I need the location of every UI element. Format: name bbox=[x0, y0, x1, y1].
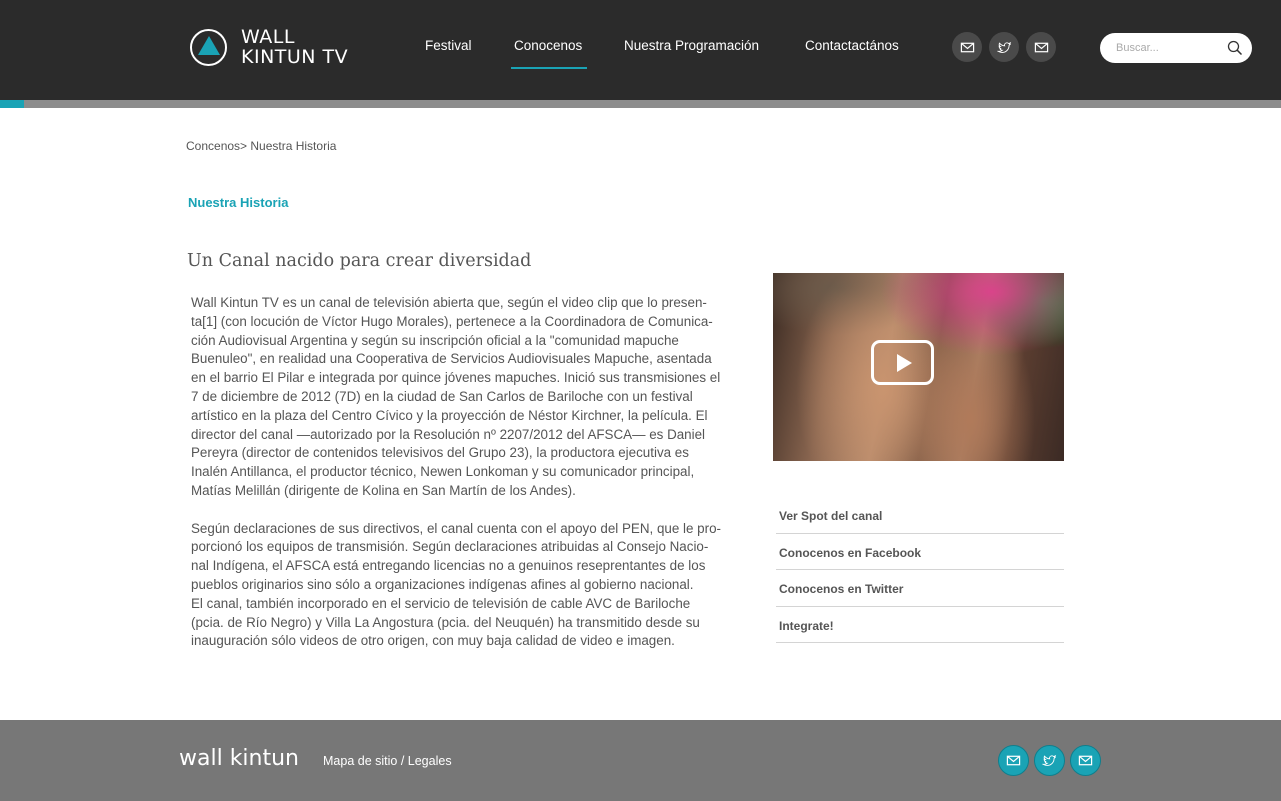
mail-icon[interactable] bbox=[998, 745, 1029, 776]
mail-icon[interactable] bbox=[1070, 745, 1101, 776]
mail-icon[interactable] bbox=[1026, 32, 1056, 62]
text-line: Pereyra (director de contenidos televisi… bbox=[191, 445, 689, 461]
article-paragraph-1: Wall Kintun TV es un canal de televisión… bbox=[191, 294, 751, 501]
logo-triangle-icon bbox=[190, 28, 227, 66]
nav-item-conocenos[interactable]: Conocenos bbox=[511, 38, 588, 69]
text-line: pueblos originarios sino sólo a organiza… bbox=[191, 576, 694, 592]
brand-name: WALL KINTUN TV bbox=[241, 27, 348, 67]
text-line: Matías Melillán (dirigente de Kolina en … bbox=[191, 482, 576, 498]
article-paragraph-2: Según declaraciones de sus directivos, e… bbox=[191, 520, 751, 652]
site-header: WALL KINTUN TV Festival Conocenos Nuestr… bbox=[0, 0, 1281, 100]
section-title: Nuestra Historia bbox=[188, 195, 289, 210]
side-links-list: Ver Spot del canal Conocenos en Facebook… bbox=[776, 497, 1064, 644]
text-line: 7 de diciembre de 2012 (7D) en la ciudad… bbox=[191, 388, 693, 404]
header-social-links bbox=[952, 32, 1056, 62]
text-line: Buenuleo", en realidad una Cooperativa d… bbox=[191, 351, 712, 367]
text-line: ción Audiovisual Argentina y según su in… bbox=[191, 332, 679, 348]
search-icon[interactable] bbox=[1227, 40, 1243, 56]
link-ver-spot[interactable]: Ver Spot del canal bbox=[776, 497, 1064, 534]
text-line: (pcia. de Río Negro) y Villa La Angostur… bbox=[191, 614, 700, 630]
legal-link[interactable]: Legales bbox=[408, 754, 452, 768]
search-box bbox=[1100, 33, 1252, 63]
text-line: en el barrio El Pilar e integrada por qu… bbox=[191, 370, 721, 386]
text-line: Inalén Antillanca, el productor técnico,… bbox=[191, 464, 695, 480]
text-line: Wall Kintun TV es un canal de televisión… bbox=[191, 295, 707, 310]
footer-links: Mapa de sitio / Legales bbox=[323, 754, 452, 768]
brand-logo[interactable]: WALL KINTUN TV bbox=[190, 27, 348, 67]
text-line: inauguración sólo videos de otro origen,… bbox=[191, 633, 675, 649]
nav-item-festival[interactable]: Festival bbox=[425, 38, 472, 67]
site-footer: wall kintun Mapa de sitio / Legales bbox=[0, 720, 1281, 801]
link-twitter[interactable]: Conocenos en Twitter bbox=[776, 570, 1064, 607]
search-input[interactable] bbox=[1116, 40, 1221, 56]
twitter-icon[interactable] bbox=[1034, 745, 1065, 776]
video-player[interactable] bbox=[773, 273, 1064, 461]
mail-icon[interactable] bbox=[952, 32, 982, 62]
strip-accent bbox=[0, 100, 24, 108]
text-line: El canal, también incorporado en el serv… bbox=[191, 595, 691, 611]
footer-separator: / bbox=[397, 754, 408, 768]
text-line: nal Indígena, el AFSCA está entregando l… bbox=[191, 558, 706, 574]
play-icon[interactable] bbox=[871, 340, 934, 385]
text-line: ta[1] (con locución de Víctor Hugo Moral… bbox=[191, 313, 713, 329]
brand-line-1: WALL bbox=[241, 26, 295, 48]
link-facebook[interactable]: Conocenos en Facebook bbox=[776, 534, 1064, 571]
link-integrate[interactable]: Integrate! bbox=[776, 607, 1064, 644]
article-body: Wall Kintun TV es un canal de televisión… bbox=[191, 294, 751, 670]
nav-item-programacion[interactable]: Nuestra Programación bbox=[624, 38, 759, 67]
text-line: Según declaraciones de sus directivos, e… bbox=[191, 520, 721, 536]
breadcrumb[interactable]: Concenos> Nuestra Historia bbox=[186, 139, 336, 153]
text-line: artístico en la plaza del Centro Cívico … bbox=[191, 407, 708, 423]
twitter-icon[interactable] bbox=[989, 32, 1019, 62]
sitemap-link[interactable]: Mapa de sitio bbox=[323, 754, 397, 768]
brand-line-2: KINTUN TV bbox=[241, 46, 349, 68]
footer-social-links bbox=[998, 745, 1101, 776]
nav-item-contacto[interactable]: Contactactános bbox=[805, 38, 899, 67]
page-headline: Un Canal nacido para crear diversidad bbox=[187, 251, 532, 271]
text-line: director del canal —autorizado por la Re… bbox=[191, 426, 706, 442]
footer-logo[interactable]: wall kintun bbox=[179, 746, 299, 771]
header-strip bbox=[0, 100, 1281, 108]
text-line: porcionó los equipos de transmisión. Seg… bbox=[191, 539, 709, 555]
